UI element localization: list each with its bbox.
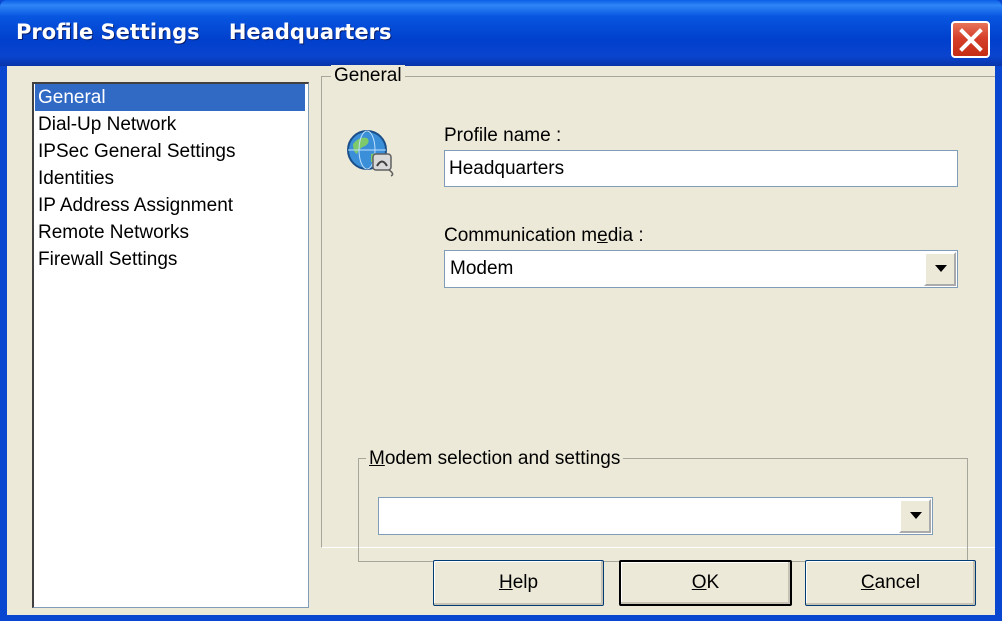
modem-group-label-accel: M	[369, 448, 385, 469]
chevron-down-icon	[935, 265, 947, 272]
ok-button[interactable]: OK	[619, 560, 792, 606]
settings-category-list[interactable]: General Dial-Up Network IPSec General Se…	[32, 82, 309, 608]
modem-select[interactable]	[378, 497, 933, 535]
ok-button-accel: O	[691, 572, 707, 593]
help-button-label: elp	[512, 572, 539, 593]
modem-group-label: Modem selection and settings	[366, 448, 624, 470]
communication-media-label-accel: e	[597, 225, 608, 246]
profile-settings-window: Profile Settings Headquarters General Di…	[0, 0, 1002, 621]
help-button[interactable]: Help	[433, 560, 604, 606]
title-bar[interactable]: Profile Settings Headquarters	[0, 0, 1002, 66]
profile-name-input[interactable]	[444, 150, 958, 187]
globe-network-icon	[345, 126, 397, 178]
nav-item-general[interactable]: General	[35, 84, 305, 111]
window-title: Profile Settings Headquarters	[16, 20, 392, 44]
ok-button-label: K	[706, 572, 720, 593]
communication-media-label-part2: dia :	[607, 225, 644, 246]
modem-group-label-text: odem selection and settings	[384, 448, 621, 469]
help-button-accel: H	[498, 572, 513, 593]
communication-media-value: Modem	[450, 258, 514, 279]
communication-media-label: Communication media :	[444, 225, 644, 247]
general-group-label: General	[331, 65, 405, 87]
nav-item-identities[interactable]: Identities	[35, 165, 305, 192]
dialog-body: General Dial-Up Network IPSec General Se…	[7, 65, 995, 615]
profile-name-label: Profile name :	[444, 125, 562, 146]
modem-dropdown-button[interactable]	[899, 499, 931, 533]
nav-item-remote-networks[interactable]: Remote Networks	[35, 219, 305, 246]
communication-media-select[interactable]: Modem	[444, 250, 958, 288]
close-button[interactable]	[951, 21, 990, 58]
chevron-down-icon	[910, 512, 922, 519]
nav-item-firewall-settings[interactable]: Firewall Settings	[35, 246, 305, 273]
communication-media-label-part1: Communication m	[444, 225, 598, 246]
cancel-button[interactable]: Cancel	[805, 560, 976, 606]
cancel-button-accel: C	[860, 572, 875, 593]
cancel-button-label: ancel	[874, 572, 921, 593]
nav-item-ip-address-assignment[interactable]: IP Address Assignment	[35, 192, 305, 219]
nav-item-ipsec-general-settings[interactable]: IPSec General Settings	[35, 138, 305, 165]
communication-media-dropdown-button[interactable]	[924, 252, 956, 286]
nav-item-dial-up-network[interactable]: Dial-Up Network	[35, 111, 305, 138]
